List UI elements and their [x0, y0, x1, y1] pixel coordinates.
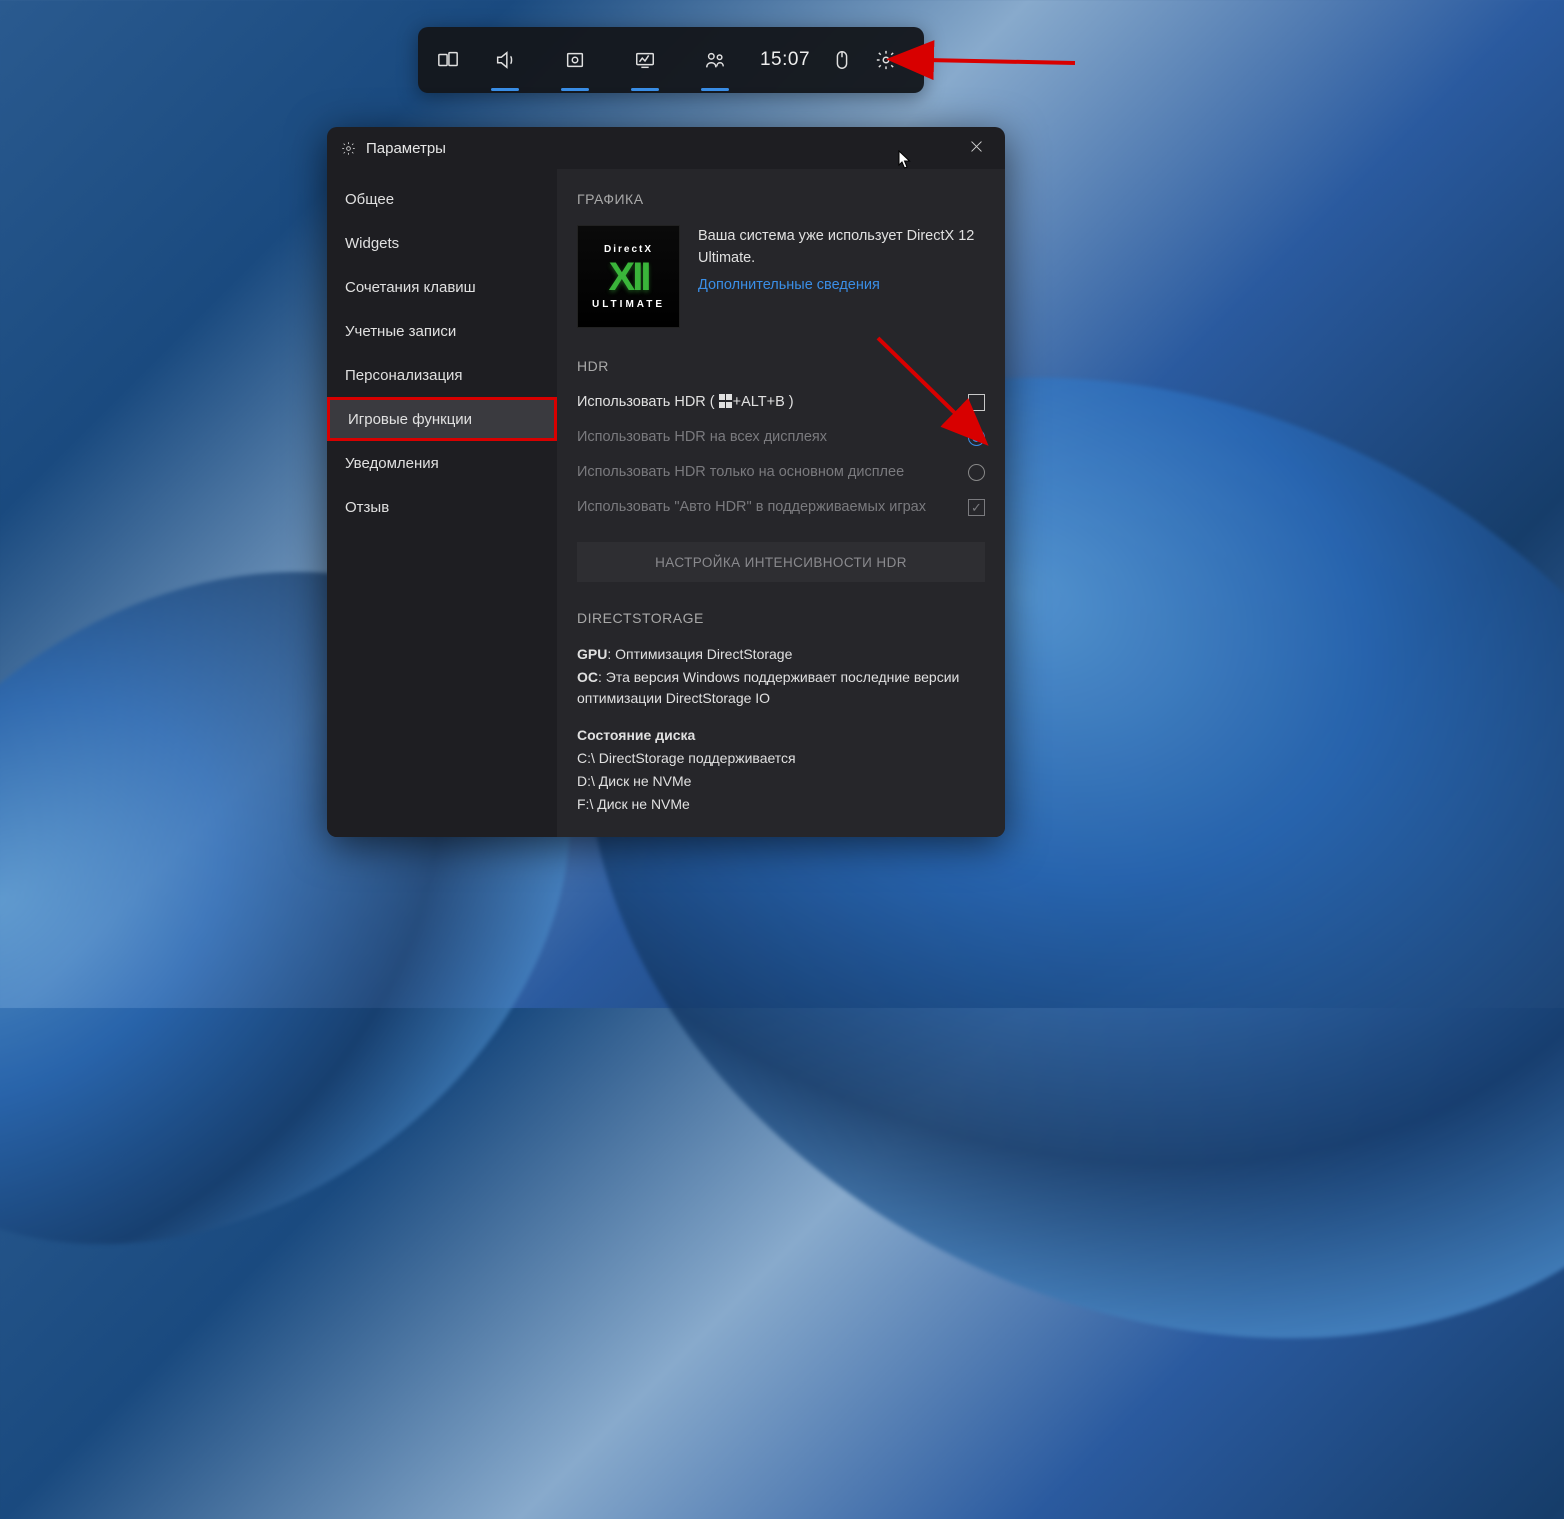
sidebar-item-label: Общее [345, 191, 394, 208]
hdr-auto-label: Использовать "Авто HDR" в поддерживаемых… [577, 497, 968, 518]
dx-badge-bot: ULTIMATE [592, 299, 665, 310]
annotation-arrow-settings [920, 48, 1080, 83]
settings-panel: Параметры Общее Widgets Сочетания клавиш… [327, 127, 1005, 837]
sidebar-item-label: Учетные записи [345, 323, 456, 340]
content-pane: ГРАФИКА DirectX XII ULTIMATE Ваша систем… [557, 169, 1005, 837]
gamebar-time: 15:07 [750, 27, 820, 93]
sidebar-item-label: Widgets [345, 235, 399, 252]
gear-icon [341, 141, 356, 156]
hdr-use-label: Использовать HDR ( +ALT+B ) [577, 392, 968, 413]
directstorage-section-title: DIRECTSTORAGE [577, 610, 985, 626]
hdr-main-display-radio[interactable] [968, 464, 985, 481]
gamebar-settings-icon[interactable] [864, 27, 908, 93]
gamebar-widgets-icon[interactable] [426, 27, 470, 93]
gamebar-xbox-social-icon[interactable] [680, 27, 750, 93]
sidebar-item-personalization[interactable]: Персонализация [327, 353, 557, 397]
gamebar-mouse-icon[interactable] [820, 27, 864, 93]
sidebar-item-label: Отзыв [345, 499, 389, 516]
sidebar-item-notifications[interactable]: Уведомления [327, 441, 557, 485]
sidebar-item-widgets[interactable]: Widgets [327, 221, 557, 265]
gamebar-audio-icon[interactable] [470, 27, 540, 93]
hdr-intensity-button[interactable]: НАСТРОЙКА ИНТЕНСИВНОСТИ HDR [577, 542, 985, 582]
dx-badge-top: DirectX [604, 244, 653, 255]
game-bar: 15:07 [418, 27, 924, 93]
sidebar-item-accounts[interactable]: Учетные записи [327, 309, 557, 353]
hdr-use-checkbox[interactable] [968, 394, 985, 411]
sidebar-item-label: Персонализация [345, 367, 463, 384]
sidebar-item-label: Сочетания клавиш [345, 279, 476, 296]
hdr-main-display-label: Использовать HDR только на основном дисп… [577, 462, 968, 483]
hdr-auto-checkbox[interactable] [968, 499, 985, 516]
directx-status-text: Ваша система уже использует DirectX 12 U… [698, 225, 985, 270]
graphics-section-title: ГРАФИКА [577, 191, 985, 207]
directx-more-info-link[interactable]: Дополнительные сведения [698, 277, 880, 293]
hdr-all-displays-radio[interactable] [968, 429, 985, 446]
sidebar-item-label: Уведомления [345, 455, 439, 472]
panel-title: Параметры [366, 140, 446, 157]
hdr-section-title: HDR [577, 358, 985, 374]
gamebar-capture-icon[interactable] [540, 27, 610, 93]
sidebar-item-shortcuts[interactable]: Сочетания клавиш [327, 265, 557, 309]
close-icon [968, 138, 985, 155]
directx-badge: DirectX XII ULTIMATE [577, 225, 680, 328]
gamebar-performance-icon[interactable] [610, 27, 680, 93]
sidebar: Общее Widgets Сочетания клавиш Учетные з… [327, 169, 557, 837]
close-button[interactable] [962, 132, 991, 165]
sidebar-item-general[interactable]: Общее [327, 177, 557, 221]
sidebar-item-label: Игровые функции [348, 411, 472, 428]
sidebar-item-feedback[interactable]: Отзыв [327, 485, 557, 529]
hdr-all-displays-label: Использовать HDR на всех дисплеях [577, 427, 968, 448]
cursor-icon [898, 150, 912, 170]
dx-badge-mid: XII [609, 257, 649, 297]
directstorage-info: GPU: Оптимизация DirectStorage ОС: Эта в… [577, 644, 985, 815]
sidebar-item-gaming-features[interactable]: Игровые функции [327, 397, 557, 441]
windows-key-icon [719, 394, 733, 408]
